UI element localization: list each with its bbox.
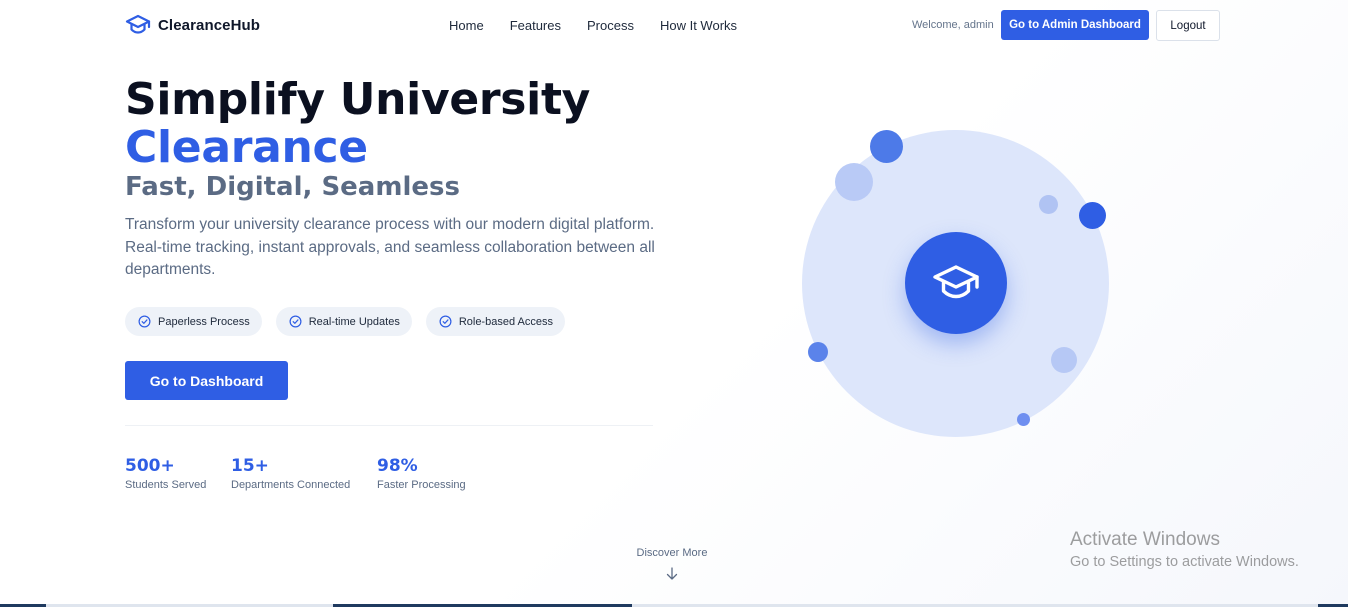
- graduation-cap-icon: [933, 265, 979, 299]
- floating-dot: [808, 342, 828, 362]
- arrow-down-icon: [666, 567, 678, 580]
- activate-windows-watermark: Activate Windows Go to Settings to activ…: [1070, 529, 1299, 570]
- check-circle-icon: [138, 315, 151, 328]
- check-circle-icon: [289, 315, 302, 328]
- stat-value: 500+: [125, 456, 175, 476]
- feature-pill-label: Real-time Updates: [308, 315, 400, 328]
- stat-students: 500+ Students Served: [125, 456, 206, 491]
- nav-links: Home Features Process How It Works: [449, 18, 737, 33]
- feature-pills: Paperless Process Real-time Updates Role…: [125, 307, 565, 336]
- nav-link-features[interactable]: Features: [510, 18, 561, 33]
- hero-description: Transform your university clearance proc…: [125, 216, 655, 278]
- welcome-text: Welcome, admin: [912, 19, 994, 31]
- hero-subtitle: Fast, Digital, Seamless: [125, 172, 460, 202]
- stat-label: Faster Processing: [377, 479, 466, 491]
- center-orb: [905, 232, 1007, 334]
- hero-title-line1: Simplify University: [125, 74, 591, 125]
- activate-windows-title: Activate Windows: [1070, 529, 1220, 550]
- check-circle-icon: [439, 315, 452, 328]
- brand[interactable]: ClearanceHub: [125, 13, 260, 37]
- stat-departments: 15+ Departments Connected: [231, 456, 350, 491]
- hero-illustration: [790, 120, 1120, 450]
- hero-title-line2: Clearance: [125, 122, 368, 173]
- nav-link-process[interactable]: Process: [587, 18, 634, 33]
- stats-divider: [125, 425, 653, 426]
- nav-link-home[interactable]: Home: [449, 18, 484, 33]
- floating-dot: [1051, 347, 1077, 373]
- navbar: ClearanceHub Home Features Process How I…: [0, 0, 1348, 50]
- stat-value: 15+: [231, 456, 269, 476]
- stat-label: Departments Connected: [231, 479, 351, 491]
- activate-windows-subtitle: Go to Settings to activate Windows.: [1070, 554, 1299, 570]
- brand-name: ClearanceHub: [158, 16, 261, 34]
- feature-pill-realtime: Real-time Updates: [275, 307, 412, 336]
- feature-pill-label: Paperless Process: [158, 315, 250, 328]
- feature-pill-label: Role-based Access: [458, 315, 553, 328]
- floating-dot: [1079, 202, 1106, 229]
- floating-dot: [1017, 413, 1030, 426]
- go-to-dashboard-button[interactable]: Go to Dashboard: [125, 361, 288, 400]
- floating-dot: [835, 163, 873, 201]
- nav-link-how-it-works[interactable]: How It Works: [660, 18, 737, 33]
- floating-dot: [870, 130, 903, 163]
- stat-label: Students Served: [125, 479, 207, 491]
- discover-more-label: Discover More: [636, 547, 708, 559]
- graduation-cap-icon: [125, 14, 151, 34]
- floating-dot: [1039, 195, 1058, 214]
- admin-dashboard-button[interactable]: Go to Admin Dashboard: [1001, 10, 1149, 40]
- logout-button[interactable]: Logout: [1156, 10, 1220, 41]
- feature-pill-paperless: Paperless Process: [125, 307, 262, 336]
- discover-more[interactable]: Discover More: [622, 547, 722, 581]
- stat-value: 98%: [377, 456, 418, 476]
- feature-pill-role-based: Role-based Access: [425, 307, 565, 336]
- stat-processing: 98% Faster Processing: [377, 456, 466, 491]
